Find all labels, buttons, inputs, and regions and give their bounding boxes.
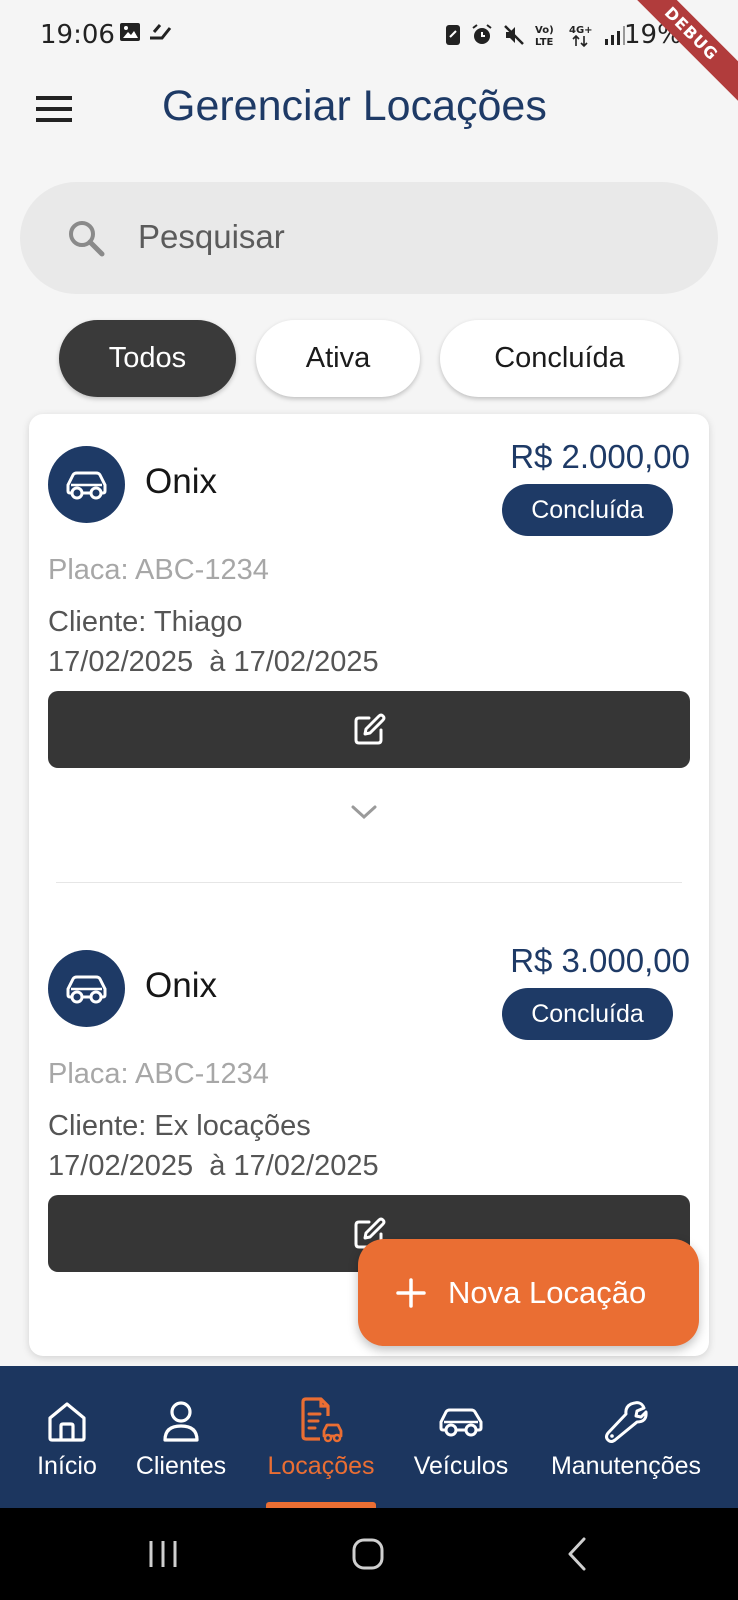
status-bar: 19:06 Vo) LTE 4G+ 19% DEBUG — [0, 0, 738, 105]
mute-icon — [504, 25, 524, 45]
nav-item-locacoes[interactable]: Locações — [262, 1366, 380, 1508]
search-icon — [69, 221, 105, 257]
4g-icon: 4G+ — [569, 25, 593, 48]
svg-text:Vo): Vo) — [535, 25, 554, 36]
edit-button[interactable] — [48, 691, 690, 768]
rental-dates: 17/02/2025 à 17/02/2025 — [48, 646, 379, 678]
signal-app-icon — [150, 24, 172, 40]
image-icon — [120, 23, 140, 41]
rental-list: Onix R$ 2.000,00 Concluída Placa: ABC-12… — [29, 414, 709, 1356]
edit-icon — [354, 713, 386, 744]
home-button-icon[interactable] — [350, 1536, 386, 1572]
status-time: 19:06 — [40, 20, 115, 50]
search-bar[interactable] — [20, 182, 718, 294]
client-name: Cliente: Ex locações — [48, 1110, 311, 1142]
svg-text:LTE: LTE — [535, 37, 554, 48]
nav-label: Locações — [267, 1452, 375, 1480]
signal-icon — [605, 26, 625, 45]
bottom-navigation: Início Clientes Locações Veículos Manute… — [0, 1366, 738, 1508]
system-navigation-bar — [0, 1508, 738, 1600]
status-badge: Concluída — [502, 484, 673, 536]
volte-icon: Vo)LTE — [535, 25, 554, 48]
new-rental-label: Nova Locação — [448, 1274, 647, 1310]
nav-item-clientes[interactable]: Clientes — [131, 1366, 231, 1508]
page-title: Gerenciar Locações — [162, 82, 547, 130]
nfc-icon — [446, 25, 460, 45]
client-name: Cliente: Thiago — [48, 606, 243, 638]
wrench-icon — [605, 1401, 648, 1443]
rental-dates: 17/02/2025 à 17/02/2025 — [48, 1150, 379, 1182]
plus-icon — [396, 1277, 426, 1308]
nav-label: Veículos — [413, 1452, 509, 1480]
svg-text:4G+: 4G+ — [569, 25, 593, 36]
alarm-icon — [472, 24, 492, 44]
menu-icon[interactable] — [36, 94, 74, 124]
home-icon — [48, 1402, 86, 1442]
vehicle-plate: Placa: ABC-1234 — [48, 554, 269, 586]
rental-document-icon — [301, 1397, 343, 1443]
filter-chip-concluida[interactable]: Concluída — [440, 320, 679, 397]
filter-chip-todos[interactable]: Todos — [59, 320, 236, 397]
divider — [56, 882, 682, 883]
search-input[interactable] — [138, 212, 678, 262]
nav-item-manutencoes[interactable]: Manutenções — [546, 1366, 706, 1508]
chevron-down-icon[interactable] — [349, 802, 379, 822]
back-icon[interactable] — [564, 1536, 590, 1572]
car-icon — [66, 975, 106, 1003]
nav-label: Manutenções — [550, 1452, 702, 1480]
filter-chip-ativa[interactable]: Ativa — [256, 320, 420, 397]
debug-banner: DEBUG — [620, 0, 738, 105]
vehicle-name: Onix — [145, 966, 217, 1005]
nav-label: Clientes — [135, 1452, 227, 1480]
car-avatar — [48, 446, 125, 523]
rental-price: R$ 3.000,00 — [510, 942, 690, 979]
car-icon — [66, 471, 106, 499]
recent-apps-icon[interactable] — [146, 1538, 180, 1570]
nav-item-veiculos[interactable]: Veículos — [410, 1366, 512, 1508]
rental-card[interactable]: Onix R$ 2.000,00 Concluída Placa: ABC-12… — [29, 414, 709, 914]
nav-item-inicio[interactable]: Início — [22, 1366, 112, 1508]
person-icon — [163, 1401, 199, 1442]
nav-label: Início — [37, 1452, 97, 1480]
car-icon — [439, 1408, 483, 1437]
new-rental-button[interactable]: Nova Locação — [358, 1239, 699, 1346]
vehicle-name: Onix — [145, 462, 217, 501]
car-avatar — [48, 950, 125, 1027]
vehicle-plate: Placa: ABC-1234 — [48, 1058, 269, 1090]
rental-price: R$ 2.000,00 — [510, 438, 690, 475]
status-badge: Concluída — [502, 988, 673, 1040]
